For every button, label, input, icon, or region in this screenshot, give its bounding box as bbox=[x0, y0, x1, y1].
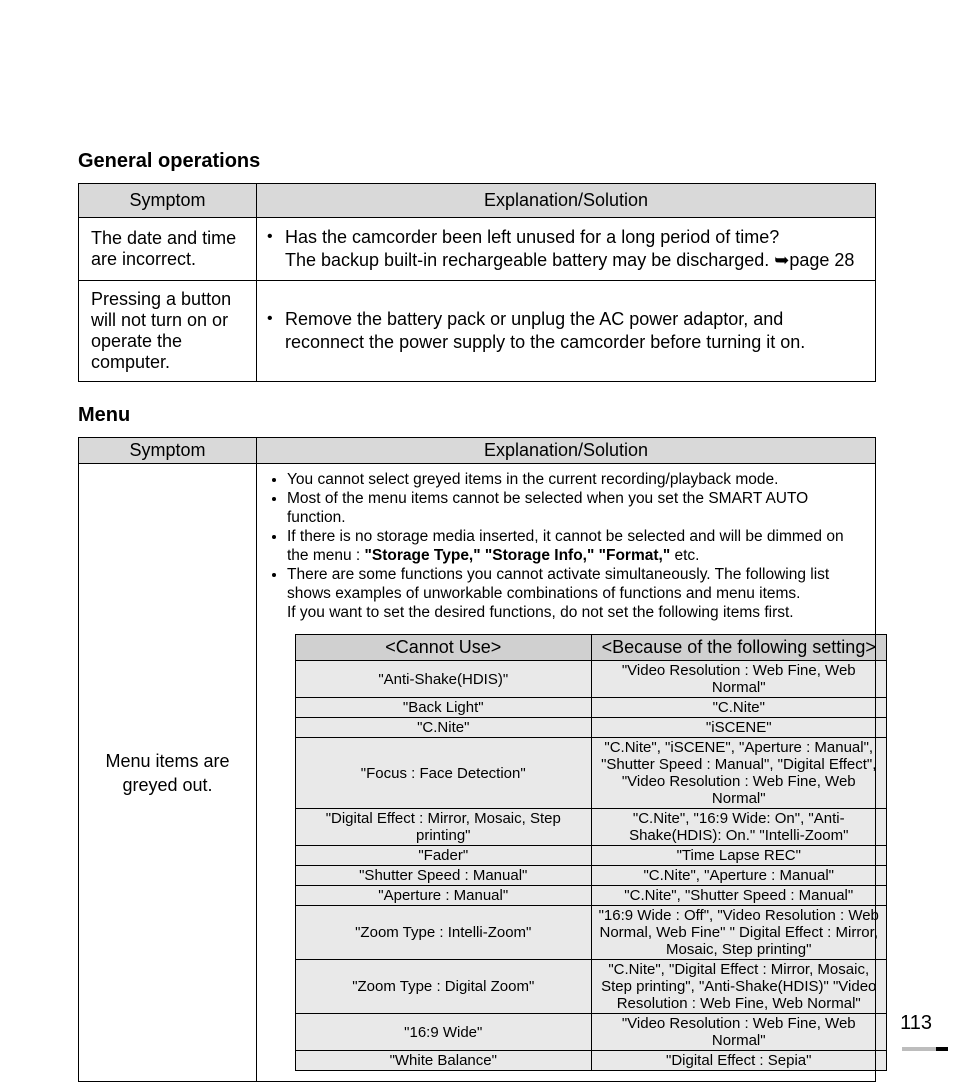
solution-cell: • Remove the battery pack or unplug the … bbox=[257, 281, 876, 382]
table-row: Pressing a button will not turn on or op… bbox=[79, 281, 876, 382]
cell-right: "C.Nite", "iSCENE", "Aperture : Manual",… bbox=[591, 738, 887, 809]
col-header-solution: Explanation/Solution bbox=[257, 438, 876, 464]
menu-table: Symptom Explanation/Solution Menu items … bbox=[78, 437, 876, 1082]
cell-left: "Zoom Type : Digital Zoom" bbox=[296, 960, 592, 1014]
cell-right: "Video Resolution : Web Fine, Web Normal… bbox=[591, 1014, 887, 1051]
cannot-use-table: <Cannot Use> <Because of the following s… bbox=[295, 634, 887, 1071]
bullet-icon: • bbox=[267, 308, 285, 330]
table-row: "16:9 Wide" "Video Resolution : Web Fine… bbox=[296, 1014, 887, 1051]
page-number: 113 bbox=[900, 1012, 932, 1035]
cell-left: "Digital Effect : Mirror, Mosaic, Step p… bbox=[296, 809, 592, 846]
cell-right: "Digital Effect : Sepia" bbox=[591, 1051, 887, 1071]
cell-right: "C.Nite" bbox=[591, 698, 887, 718]
cell-right: "C.Nite", "Shutter Speed : Manual" bbox=[591, 886, 887, 906]
symptom-cell: Pressing a button will not turn on or op… bbox=[79, 281, 257, 382]
table-row: The date and time are incorrect. • Has t… bbox=[79, 218, 876, 281]
table-row: "C.Nite" "iSCENE" bbox=[296, 718, 887, 738]
table-row: "Zoom Type : Intelli-Zoom" "16:9 Wide : … bbox=[296, 906, 887, 960]
table-row: "Focus : Face Detection" "C.Nite", "iSCE… bbox=[296, 738, 887, 809]
solution-line: Has the camcorder been left unused for a… bbox=[285, 227, 779, 247]
solution-cell: You cannot select greyed items in the cu… bbox=[257, 464, 876, 1082]
cell-right: "C.Nite", "16:9 Wide: On", "Anti-Shake(H… bbox=[591, 809, 887, 846]
table-row: "Fader" "Time Lapse REC" bbox=[296, 846, 887, 866]
table-row: "Back Light" "C.Nite" bbox=[296, 698, 887, 718]
bullet-icon: • bbox=[267, 226, 285, 248]
cell-right: "C.Nite", "Digital Effect : Mirror, Mosa… bbox=[591, 960, 887, 1014]
col-header-symptom: Symptom bbox=[79, 184, 257, 218]
cell-left: "16:9 Wide" bbox=[296, 1014, 592, 1051]
general-operations-table: Symptom Explanation/Solution The date an… bbox=[78, 183, 876, 382]
symptom-cell: Menu items are greyed out. bbox=[79, 464, 257, 1082]
section-title-general: General operations bbox=[78, 150, 876, 173]
text-bold: "Storage Type," "Storage Info," "Format,… bbox=[365, 547, 671, 564]
table-row: "White Balance" "Digital Effect : Sepia" bbox=[296, 1051, 887, 1071]
list-item: Most of the menu items cannot be selecte… bbox=[287, 489, 867, 527]
page-accent-bar bbox=[902, 1047, 948, 1051]
col-header-solution: Explanation/Solution bbox=[257, 184, 876, 218]
cell-left: "Anti-Shake(HDIS)" bbox=[296, 661, 592, 698]
cell-left: "C.Nite" bbox=[296, 718, 592, 738]
section-title-menu: Menu bbox=[78, 404, 876, 427]
symptom-cell: The date and time are incorrect. bbox=[79, 218, 257, 281]
cell-right: "iSCENE" bbox=[591, 718, 887, 738]
cell-right: "Time Lapse REC" bbox=[591, 846, 887, 866]
cell-right: "16:9 Wide : Off", "Video Resolution : W… bbox=[591, 906, 887, 960]
col-header-because: <Because of the following setting> bbox=[591, 635, 887, 661]
cell-left: "Zoom Type : Intelli-Zoom" bbox=[296, 906, 592, 960]
solution-line: Remove the battery pack or unplug the AC… bbox=[285, 308, 865, 354]
text-fragment: If you want to set the desired functions… bbox=[287, 603, 867, 622]
list-item: You cannot select greyed items in the cu… bbox=[287, 470, 867, 489]
cell-left: "Shutter Speed : Manual" bbox=[296, 866, 592, 886]
table-row: "Shutter Speed : Manual" "C.Nite", "Aper… bbox=[296, 866, 887, 886]
col-header-cannot-use: <Cannot Use> bbox=[296, 635, 592, 661]
cell-right: "Video Resolution : Web Fine, Web Normal… bbox=[591, 661, 887, 698]
cell-left: "Focus : Face Detection" bbox=[296, 738, 592, 809]
solution-line: The backup built-in rechargeable battery… bbox=[285, 249, 865, 272]
table-row: "Aperture : Manual" "C.Nite", "Shutter S… bbox=[296, 886, 887, 906]
text-fragment: There are some functions you cannot acti… bbox=[287, 566, 829, 602]
table-row: "Digital Effect : Mirror, Mosaic, Step p… bbox=[296, 809, 887, 846]
text-fragment: etc. bbox=[670, 547, 699, 564]
table-header-row: Symptom Explanation/Solution bbox=[79, 184, 876, 218]
solution-bullet-list: You cannot select greyed items in the cu… bbox=[261, 470, 871, 622]
page: General operations Symptom Explanation/S… bbox=[0, 0, 954, 1091]
cell-right: "C.Nite", "Aperture : Manual" bbox=[591, 866, 887, 886]
table-header-row: Symptom Explanation/Solution bbox=[79, 438, 876, 464]
table-header-row: <Cannot Use> <Because of the following s… bbox=[296, 635, 887, 661]
table-row: Menu items are greyed out. You cannot se… bbox=[79, 464, 876, 1082]
solution-cell: • Has the camcorder been left unused for… bbox=[257, 218, 876, 281]
cell-left: "Aperture : Manual" bbox=[296, 886, 592, 906]
list-item: There are some functions you cannot acti… bbox=[287, 565, 867, 622]
col-header-symptom: Symptom bbox=[79, 438, 257, 464]
table-row: "Zoom Type : Digital Zoom" "C.Nite", "Di… bbox=[296, 960, 887, 1014]
cell-left: "Fader" bbox=[296, 846, 592, 866]
cell-left: "White Balance" bbox=[296, 1051, 592, 1071]
table-row: "Anti-Shake(HDIS)" "Video Resolution : W… bbox=[296, 661, 887, 698]
list-item: If there is no storage media inserted, i… bbox=[287, 527, 867, 565]
cell-left: "Back Light" bbox=[296, 698, 592, 718]
